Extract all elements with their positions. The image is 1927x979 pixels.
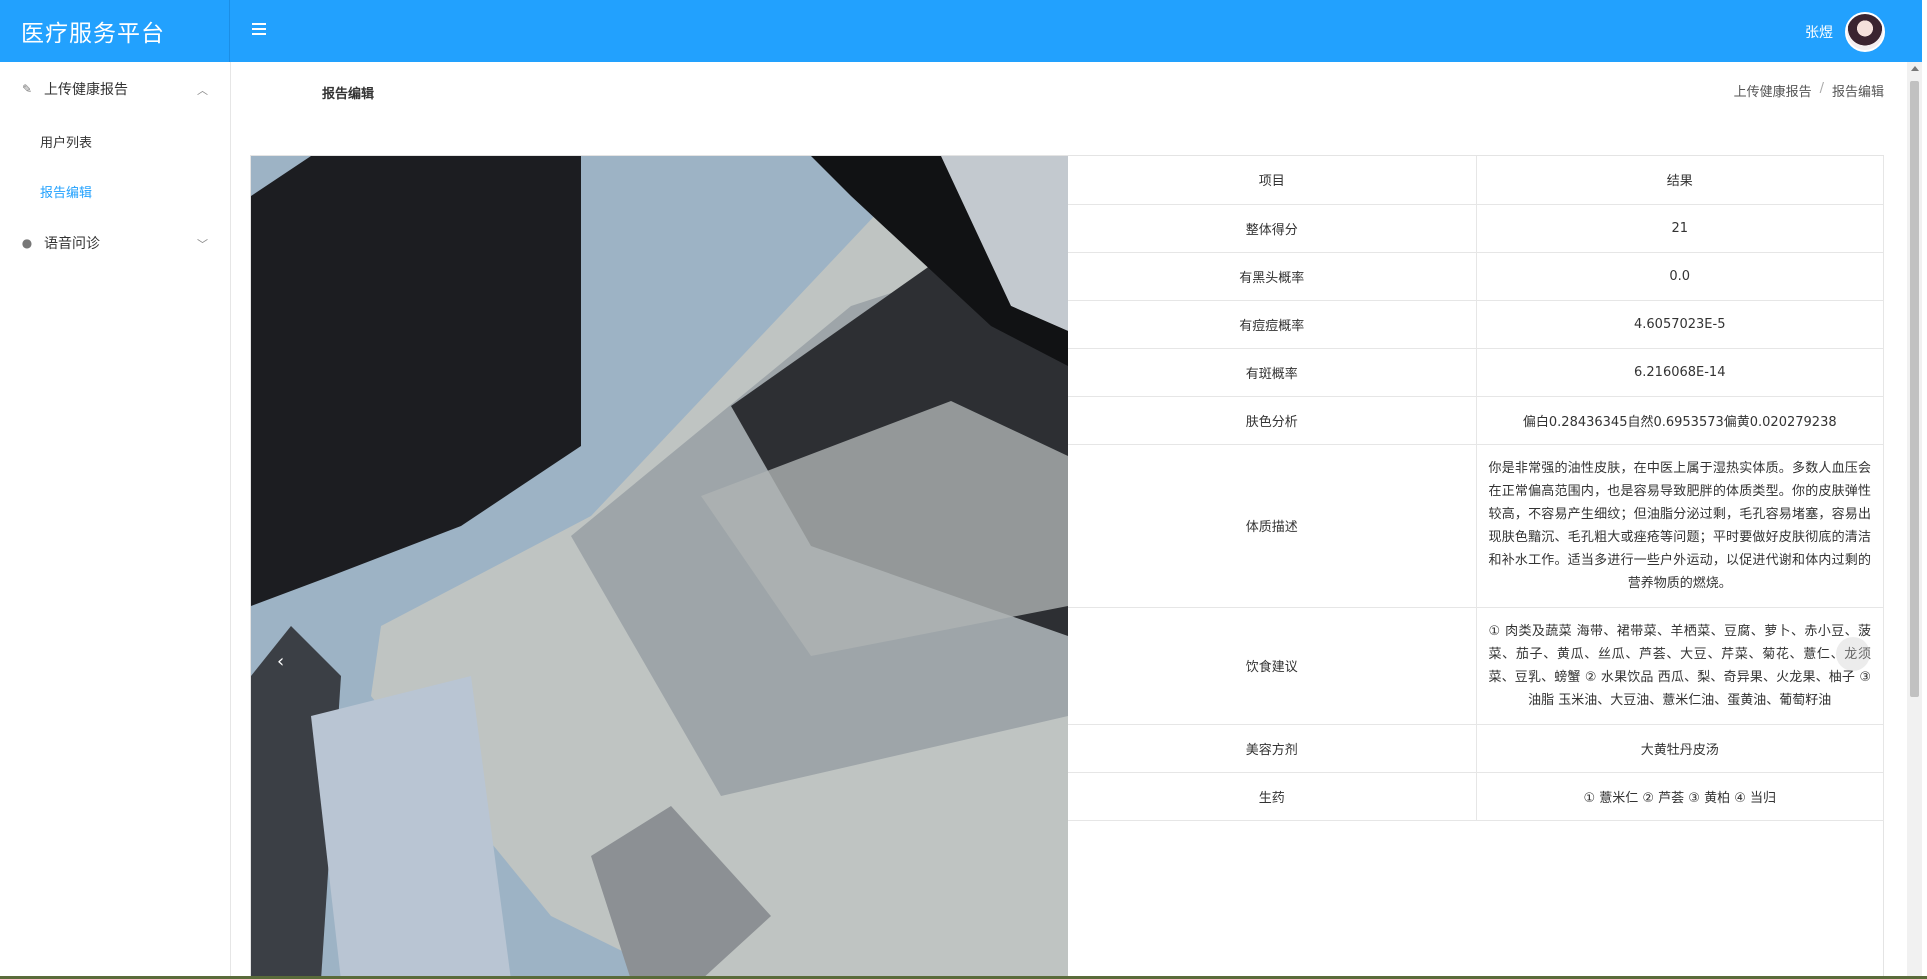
avatar[interactable] (1845, 12, 1885, 52)
image-carousel[interactable]: ‹ (251, 156, 1068, 979)
user-name[interactable]: 张煜 (1805, 22, 1833, 42)
table-cell-value: 4.6057023E-5 (1476, 300, 1884, 349)
column-header-item: 项目 (1068, 156, 1477, 205)
breadcrumb-item-upload-report[interactable]: 上传健康报告 (1734, 81, 1812, 100)
top-header: 医疗服务平台 张煜 (0, 0, 1922, 62)
table-cell-item: 有痘痘概率 (1068, 300, 1477, 349)
table-cell-item: 肤色分析 (1068, 396, 1477, 445)
table-cell-value: ① 薏米仁 ② 芦荟 ③ 黄柏 ④ 当归 (1476, 772, 1884, 821)
table-cell-value: 21 (1476, 204, 1884, 253)
scroll-up-icon[interactable] (1911, 66, 1919, 71)
table-cell-item: 美容方剂 (1068, 724, 1477, 773)
chevron-down-icon: ﹀ (197, 238, 208, 251)
table-row: 整体得分 21 (1068, 204, 1884, 253)
edit-icon: ✎ (21, 82, 33, 96)
table-cell-item: 体质描述 (1068, 444, 1477, 608)
table-row: 饮食建议 ① 肉类及蔬菜 海带、裙带菜、羊栖菜、豆腐、萝卜、赤小豆、菠菜、茄子、… (1068, 607, 1884, 725)
sidebar-group-voice-consult[interactable]: ● 语音问诊 ﹀ (0, 216, 230, 270)
carousel-image (251, 156, 1068, 979)
results-table: 项目 结果 整体得分 21 有黑头概率 0.0 有痘痘概率 4.6057023E… (1068, 156, 1884, 821)
table-cell-item: 生药 (1068, 772, 1477, 821)
table-row: 肤色分析 偏白0.28436345自然0.6953573偏黄0.02027923… (1068, 396, 1884, 445)
chevron-left-icon[interactable]: ‹ (277, 651, 284, 672)
table-cell-item: 整体得分 (1068, 204, 1477, 253)
table-cell-value: ① 肉类及蔬菜 海带、裙带菜、羊栖菜、豆腐、萝卜、赤小豆、菠菜、茄子、黄瓜、丝瓜… (1476, 607, 1884, 725)
page-title: 报告编辑 (322, 87, 375, 102)
table-cell-value: 你是非常强的油性皮肤，在中医上属于湿热实体质。多数人血压会在正常偏高范围内，也是… (1476, 444, 1884, 608)
menu-toggle-icon[interactable] (252, 20, 272, 40)
breadcrumb: 上传健康报告 / 报告编辑 (1734, 81, 1884, 100)
table-cell-item: 有斑概率 (1068, 348, 1477, 397)
sidebar-group-upload-report[interactable]: ✎ 上传健康报告 ︿ (0, 62, 230, 116)
sidebar-group-label: 上传健康报告 (44, 82, 128, 98)
table-cell-value: 大黄牡丹皮汤 (1476, 724, 1884, 773)
table-row: 美容方剂 大黄牡丹皮汤 (1068, 724, 1884, 773)
table-row: 生药 ① 薏米仁 ② 芦荟 ③ 黄柏 ④ 当归 (1068, 772, 1884, 821)
sidebar-item-report-edit[interactable]: 报告编辑 (0, 166, 230, 216)
sidebar-item-user-list[interactable]: 用户列表 (0, 116, 230, 166)
report-card: ‹ 项目 结果 整体得分 21 有黑头概率 0.0 有痘痘概率 4.605702… (250, 155, 1884, 979)
table-cell-value: 偏白0.28436345自然0.6953573偏黄0.020279238 (1476, 396, 1884, 445)
scrollbar-thumb[interactable] (1910, 81, 1919, 697)
table-cell-item: 饮食建议 (1068, 607, 1477, 725)
chevron-up-icon: ︿ (197, 84, 208, 97)
table-row: 有痘痘概率 4.6057023E-5 (1068, 300, 1884, 349)
comments-icon: ● (21, 236, 33, 250)
table-row: 有黑头概率 0.0 (1068, 252, 1884, 301)
column-header-result: 结果 (1476, 156, 1884, 205)
sidebar-group-label: 语音问诊 (44, 236, 100, 252)
app-title[interactable]: 医疗服务平台 (0, 0, 230, 62)
table-cell-value: 0.0 (1476, 252, 1884, 301)
breadcrumb-separator: / (1819, 81, 1824, 96)
scroll-indicator (1836, 637, 1870, 671)
sidebar: ✎ 上传健康报告 ︿ 用户列表 报告编辑 ● 语音问诊 ﹀ (0, 62, 231, 979)
breadcrumb-item-report-edit: 报告编辑 (1831, 85, 1884, 100)
table-cell-value: 6.216068E-14 (1476, 348, 1884, 397)
main-content: 报告编辑 上传健康报告 / 报告编辑 ‹ 项目 结果 整体得分 21 有黑头概率… (231, 62, 1904, 979)
table-row: 有斑概率 6.216068E-14 (1068, 348, 1884, 397)
table-cell-item: 有黑头概率 (1068, 252, 1477, 301)
table-row: 体质描述 你是非常强的油性皮肤，在中医上属于湿热实体质。多数人血压会在正常偏高范… (1068, 444, 1884, 608)
vertical-scrollbar[interactable] (1907, 62, 1922, 979)
table-header-row: 项目 结果 (1068, 156, 1884, 205)
